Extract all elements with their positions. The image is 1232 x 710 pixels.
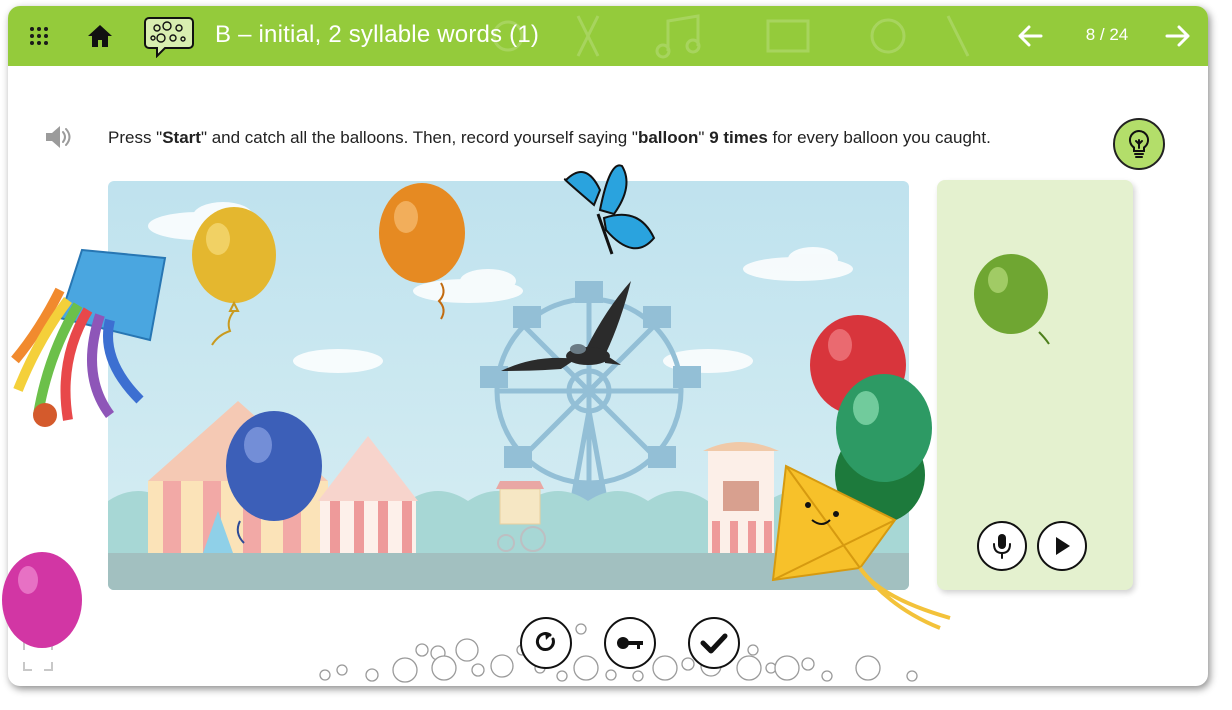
page-counter: 8 / 24 — [1085, 25, 1129, 44]
fullscreen-icon — [23, 641, 53, 671]
instruction-text: Press "Start" and catch all the balloons… — [108, 128, 1088, 148]
audio-instruction-button[interactable] — [44, 124, 72, 155]
home-button[interactable] — [82, 6, 118, 66]
grid-menu-icon — [30, 27, 48, 45]
instruction-start-word: Start — [162, 128, 201, 147]
next-button[interactable] — [1160, 6, 1196, 66]
instruction-part: " and catch all the balloons. Then, reco… — [200, 128, 638, 147]
lightbulb-icon — [1128, 129, 1150, 158]
instruction-target-word: balloon — [637, 128, 699, 147]
instruction-part: for every balloon you caught. — [767, 128, 991, 147]
speech-bubble-icon — [144, 17, 194, 58]
retry-icon — [535, 632, 555, 652]
play-icon — [1056, 537, 1070, 555]
play-recording-button[interactable] — [1037, 521, 1087, 571]
activity-title: B – initial, 2 syllable words (1) — [215, 21, 540, 48]
previous-button[interactable] — [1012, 6, 1048, 66]
speaker-icon — [46, 126, 71, 148]
category-button[interactable] — [142, 6, 196, 66]
recording-panel — [937, 180, 1133, 590]
activity-window: B – initial, 2 syllable words (1) 8 / 24… — [8, 6, 1208, 686]
game-scene[interactable] — [108, 181, 909, 590]
key-icon — [617, 637, 643, 649]
answer-key-button[interactable] — [604, 617, 656, 669]
caught-balloon — [974, 254, 1050, 345]
instruction-part: Press " — [108, 128, 163, 147]
menu-button[interactable] — [22, 6, 56, 66]
fullscreen-button[interactable] — [22, 640, 54, 677]
instruction-part: " — [698, 128, 710, 147]
arrow-left-icon — [1018, 25, 1043, 47]
instruction-count: 9 times — [709, 128, 768, 147]
microphone-icon — [993, 534, 1011, 559]
record-button[interactable] — [977, 521, 1027, 571]
hint-button[interactable] — [1113, 118, 1165, 170]
arrow-right-icon — [1165, 25, 1190, 47]
reset-button[interactable] — [520, 617, 572, 669]
top-bar: B – initial, 2 syllable words (1) 8 / 24 — [8, 6, 1208, 66]
carnival-background — [108, 181, 909, 590]
check-answer-button[interactable] — [688, 617, 740, 669]
header-decoration — [492, 14, 970, 59]
checkmark-icon — [700, 633, 728, 654]
home-icon — [88, 25, 112, 47]
